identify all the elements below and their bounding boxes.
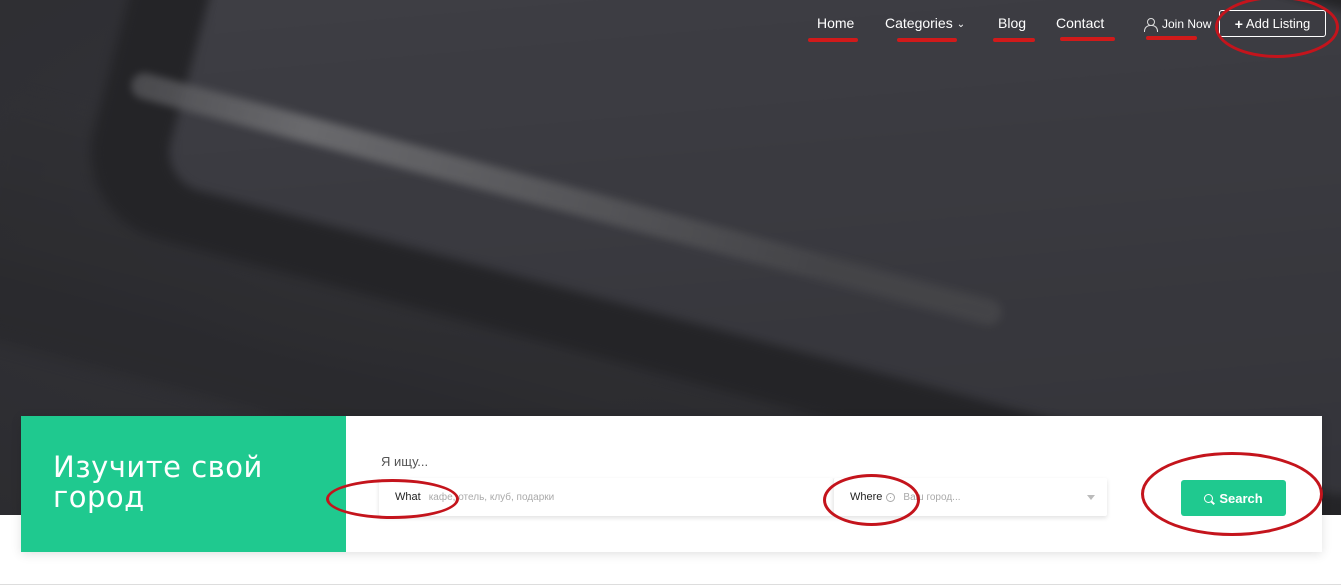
panel-title-block: Изучите свой город [21, 416, 346, 552]
user-icon [1144, 17, 1158, 32]
nav-categories[interactable]: Categories ⌄ [885, 15, 965, 31]
nav-contact[interactable]: Contact [1056, 15, 1104, 31]
annotation-underline-categories [897, 38, 957, 42]
divider [0, 584, 1341, 585]
annotation-underline-home [808, 38, 858, 42]
chevron-down-icon: ⌄ [956, 19, 966, 30]
annotation-underline-contact [1060, 37, 1115, 41]
dropdown-caret-icon[interactable] [1087, 494, 1095, 500]
join-now-label: Join Now [1162, 17, 1212, 31]
search-heading: Я ищу... [381, 454, 429, 469]
join-now-link[interactable]: Join Now [1144, 17, 1212, 32]
nav-home[interactable]: Home [817, 15, 854, 31]
annotation-circle-what [326, 479, 459, 519]
annotation-circle-where [823, 474, 920, 526]
page-title: Изучите свой город [53, 450, 263, 514]
nav-categories-label: Categories [885, 15, 953, 31]
annotation-underline-blog [993, 38, 1035, 42]
annotation-circle-search [1141, 452, 1323, 536]
annotation-underline-join [1146, 36, 1197, 40]
search-panel: Изучите свой город Я ищу... What Where S… [21, 416, 1322, 552]
where-input[interactable] [903, 491, 1087, 503]
top-navigation: Home Categories ⌄ Blog Contact Join Now +… [0, 0, 1341, 50]
page: Home Categories ⌄ Blog Contact Join Now +… [0, 0, 1341, 587]
what-input[interactable] [428, 491, 833, 503]
nav-blog[interactable]: Blog [998, 15, 1026, 31]
